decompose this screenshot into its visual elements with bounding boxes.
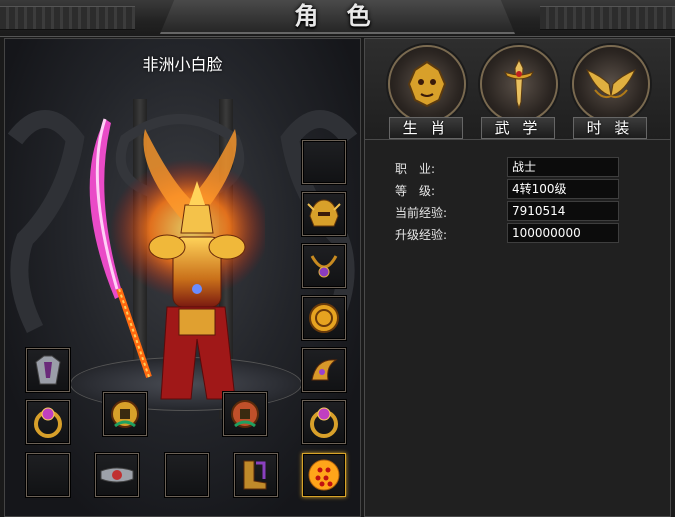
stat-label: 升级经验: [395, 228, 448, 242]
belt-icon [100, 467, 134, 483]
info-panel: 生 肖 武 学 时 装 职 业: 战士 等 级: 4转100级 当前经验: 79… [364, 38, 671, 517]
window-title: 角 色 [160, 0, 515, 34]
stat-label: 当前经验: [395, 206, 448, 220]
tab-zodiac-label: 生 肖 [389, 117, 463, 139]
tab-medal [572, 45, 650, 123]
tab-medal [480, 45, 558, 123]
tab-fashion-label: 时 装 [573, 117, 647, 139]
equip-slot-charm-right[interactable] [223, 392, 267, 436]
bracelet-icon [311, 359, 338, 381]
equip-slot-helmet[interactable] [302, 192, 346, 236]
coin-charm-icon [231, 400, 259, 428]
stat-label: 职 业: [395, 162, 436, 176]
helmet-icon [307, 199, 341, 227]
equip-slot-empty[interactable] [302, 140, 346, 184]
tab-martial[interactable]: 武 学 [475, 45, 559, 139]
equip-slot-bracelet[interactable] [302, 348, 346, 392]
equip-slot-dragon-ball[interactable] [302, 453, 346, 497]
equip-slot-necklace[interactable] [302, 244, 346, 288]
window-header: 角 色 [0, 0, 675, 37]
stat-value: 战士 [507, 157, 619, 177]
ring-icon [310, 407, 338, 438]
equip-slot-empty[interactable] [165, 453, 209, 497]
character-panel: 非洲小白脸 [4, 38, 361, 517]
stat-label: 等 级: [395, 184, 436, 198]
wings-icon [586, 69, 636, 99]
header-ornament-left [0, 6, 135, 30]
character-name: 非洲小白脸 [142, 55, 223, 74]
tab-martial-label: 武 学 [481, 117, 555, 139]
equip-slot-ring[interactable] [302, 400, 346, 444]
equip-slot-charm-left[interactable] [103, 392, 147, 436]
medal-icon [309, 303, 339, 333]
equip-slot-armor[interactable] [26, 348, 70, 392]
ring-icon [34, 407, 62, 438]
equip-slot-medal[interactable] [302, 296, 346, 340]
necklace-icon [310, 255, 338, 278]
tab-bar: 生 肖 武 学 时 装 [365, 39, 670, 140]
zodiac-lion-icon [407, 60, 447, 108]
stat-value: 7910514 [507, 201, 619, 221]
header-ornament-right [540, 6, 675, 30]
coin-charm-icon [111, 400, 139, 428]
stat-value: 100000000 [507, 223, 619, 243]
armor-icon [35, 355, 61, 385]
tab-fashion[interactable]: 时 装 [567, 45, 651, 139]
equip-slot-belt[interactable] [95, 453, 139, 497]
tab-zodiac[interactable]: 生 肖 [383, 45, 467, 139]
dragon-ball-icon [308, 459, 340, 491]
sword-emblem-icon [503, 58, 535, 110]
equip-slot-boots[interactable] [234, 453, 278, 497]
stat-value: 4转100级 [507, 179, 619, 199]
tab-medal [388, 45, 466, 123]
equip-slot-empty[interactable] [26, 453, 70, 497]
character-model[interactable] [75, 109, 265, 409]
boots-icon [243, 460, 267, 490]
equip-slot-ring-left[interactable] [26, 400, 70, 444]
